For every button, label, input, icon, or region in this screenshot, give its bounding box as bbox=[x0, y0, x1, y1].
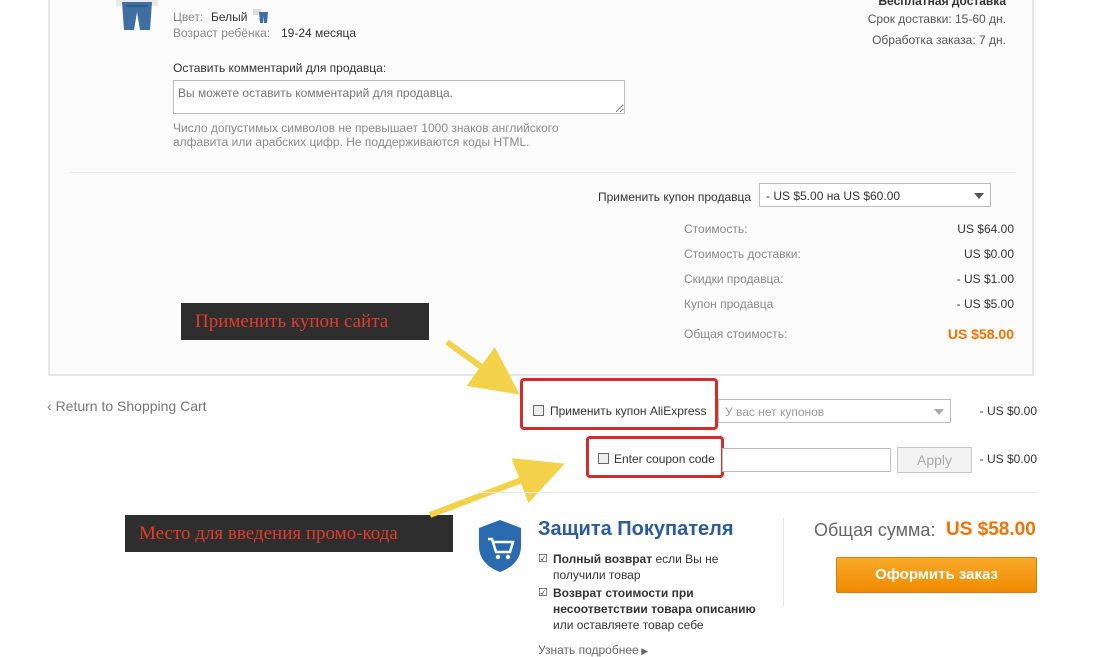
protection-item1-line2: получили товар bbox=[553, 568, 641, 582]
apply-coupon-button[interactable]: Apply bbox=[897, 447, 972, 473]
protection-item1-bold: Полный возврат bbox=[553, 552, 653, 566]
protection-item1-rest: если Вы не bbox=[652, 552, 719, 566]
aliexpress-coupon-select[interactable]: У вас нет купонов bbox=[718, 399, 951, 423]
chevron-down-icon bbox=[934, 409, 944, 415]
shield-cart-icon bbox=[479, 520, 521, 572]
grand-total-value: US $58.00 bbox=[946, 519, 1036, 540]
learn-more-link[interactable]: Узнать подробнее ▶ bbox=[538, 643, 648, 657]
place-order-button[interactable]: Оформить заказ bbox=[836, 557, 1037, 593]
vertical-divider bbox=[783, 518, 784, 606]
aliexpress-coupon-selected: У вас нет купонов bbox=[725, 405, 825, 419]
learn-more-label: Узнать подробнее bbox=[538, 643, 639, 657]
coupon-code-checkbox[interactable] bbox=[598, 453, 609, 464]
protection-item-mismatch: Возврат стоимости при несоответствии тов… bbox=[553, 585, 756, 633]
protection-title: Защита Покупателя bbox=[538, 518, 734, 540]
aliexpress-coupon-amount: - US $0.00 bbox=[979, 404, 1037, 418]
aliexpress-coupon-checkbox[interactable] bbox=[533, 405, 544, 416]
coupon-code-amount: - US $0.00 bbox=[979, 452, 1037, 466]
aliexpress-coupon-label: Применить купон AliExpress bbox=[550, 404, 707, 418]
chevron-left-icon: ‹ bbox=[47, 398, 56, 414]
return-to-cart-link[interactable]: ‹ Return to Shopping Cart bbox=[47, 398, 207, 414]
protection-item2-line1: Возврат стоимости при bbox=[553, 586, 694, 600]
protection-item2-line3: или оставляете товар себе bbox=[553, 618, 704, 632]
grand-total-label: Общая сумма: bbox=[814, 520, 936, 540]
coupon-code-input[interactable] bbox=[722, 448, 891, 472]
protection-item2-line2: несоответствии товара описанию bbox=[553, 602, 756, 616]
coupon-code-label: Enter coupon code bbox=[614, 452, 715, 466]
return-link-label: Return to Shopping Cart bbox=[55, 398, 207, 414]
caret-right-icon: ▶ bbox=[638, 646, 649, 656]
check-icon: ☑ bbox=[538, 553, 548, 565]
protection-item-refund: Полный возврат если Вы не получили товар bbox=[553, 551, 718, 583]
bottom-divider bbox=[478, 492, 1036, 493]
check-icon: ☑ bbox=[538, 587, 548, 599]
arrow-to-site-coupon bbox=[445, 339, 520, 395]
